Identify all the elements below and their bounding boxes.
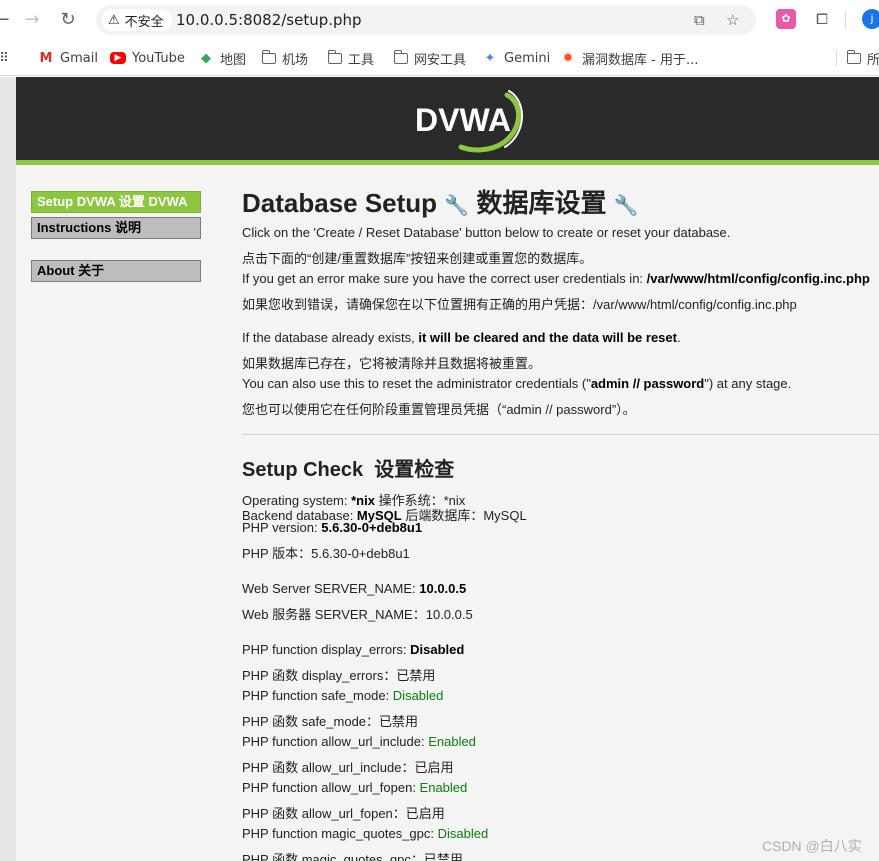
bookmark-folder-tools[interactable]: 工具: [327, 49, 374, 68]
toolbar-divider: [845, 11, 846, 29]
sidebar-item-about[interactable]: About 关于: [31, 260, 201, 282]
bookmarks-bar: ⠿ M Gmail ▶ YouTube ◆ 地图 机场 工具 网安工具 ✦ Ge…: [0, 40, 879, 76]
folder-icon: [261, 49, 276, 64]
allow-url-fopen-status: PHP function allow_url_fopen: Enabled: [242, 780, 468, 795]
magic-quotes-status-cn: PHP 函数 magic_quotes_gpc：已禁用: [242, 852, 463, 861]
vuln-db-icon: ✹: [562, 50, 574, 66]
config-path-text-cn: 如果您收到错误，请确保您在以下位置拥有正确的用户凭据：/var/www/html…: [242, 297, 797, 312]
translate-icon[interactable]: ⧉: [694, 9, 705, 31]
csdn-watermark: CSDN @白八实: [762, 838, 862, 854]
safe-mode-status: PHP function safe_mode: Disabled: [242, 688, 444, 703]
page-gutter: [0, 77, 16, 861]
server-name-info: Web Server SERVER_NAME: 10.0.0.5: [242, 581, 467, 596]
security-chip[interactable]: ⚠ 不安全: [102, 9, 172, 31]
setup-check-title: Setup Check 设置检查: [242, 459, 455, 481]
bookmarks-divider: [836, 50, 837, 66]
instruction-text-cn: 点击下面的“创建/重置数据库”按钮来创建或重置您的数据库。: [242, 251, 593, 266]
bookmark-maps[interactable]: ◆ 地图: [198, 49, 246, 68]
profile-avatar[interactable]: j: [862, 9, 879, 29]
bookmark-gemini[interactable]: ✦ Gemini: [482, 49, 551, 67]
section-divider: [242, 434, 879, 435]
extension-icon[interactable]: ✿: [776, 9, 796, 29]
page-title: Database Setup 🔧 数据库设置 🔧: [242, 188, 639, 218]
admin-reset-text: You can also use this to reset the admin…: [242, 376, 792, 391]
magic-quotes-status: PHP function magic_quotes_gpc: Disabled: [242, 826, 489, 841]
server-name-info-cn: Web 服务器 SERVER_NAME：10.0.0.5: [242, 607, 473, 622]
extensions-puzzle-icon[interactable]: ⧠: [812, 9, 832, 29]
bookmark-star-icon[interactable]: ☆: [726, 9, 739, 31]
folder-icon: [393, 49, 408, 64]
forward-icon[interactable]: →: [20, 8, 44, 32]
gmail-icon: M: [39, 50, 53, 66]
address-bar[interactable]: ⚠ 不安全 10.0.0.5:8082/setup.php ⧉ ☆: [96, 5, 756, 35]
instruction-text: Click on the 'Create / Reset Database' b…: [242, 225, 731, 240]
apps-icon[interactable]: ⠿: [0, 49, 12, 67]
allow-url-include-status: PHP function allow_url_include: Enabled: [242, 734, 476, 749]
bookmark-folder-airport[interactable]: 机场: [261, 49, 308, 68]
safe-mode-status-cn: PHP 函数 safe_mode：已禁用: [242, 714, 419, 729]
sidebar-item-setup[interactable]: Setup DVWA 设置 DVWA: [31, 191, 201, 213]
bookmark-folder-all[interactable]: 所: [846, 49, 879, 68]
display-errors-status-cn: PHP 函数 display_errors：已禁用: [242, 668, 436, 683]
url-text[interactable]: 10.0.0.5:8082/setup.php: [176, 11, 362, 29]
sidebar-item-instructions[interactable]: Instructions 说明: [31, 217, 201, 239]
folder-icon: [327, 49, 342, 64]
folder-icon: [846, 49, 861, 64]
sidebar-item-label: About 关于: [37, 263, 105, 278]
sidebar-item-label: Instructions 说明: [37, 220, 142, 235]
wrench-icon: 🔧: [444, 195, 470, 217]
sidebar-item-label: Setup DVWA 设置 DVWA: [37, 194, 188, 209]
php-version-info-cn: PHP 版本：5.6.30-0+deb8u1: [242, 546, 410, 561]
reset-warning-text: If the database already exists, it will …: [242, 330, 681, 345]
gemini-icon: ✦: [484, 50, 496, 66]
allow-url-fopen-status-cn: PHP 函数 allow_url_fopen：已启用: [242, 806, 445, 821]
allow-url-include-status-cn: PHP 函数 allow_url_include：已启用: [242, 760, 454, 775]
dvwa-page: DVWA Setup DVWA 设置 DVWA Instructions 说明 …: [16, 77, 879, 861]
admin-reset-text-cn: 您也可以使用它在任何阶段重置管理员凭据（“admin // password”）…: [242, 402, 636, 417]
main-content: Database Setup 🔧 数据库设置 🔧 Click on the 'C…: [242, 77, 879, 861]
back-icon[interactable]: ←: [0, 8, 14, 32]
wrench-icon: 🔧: [613, 195, 639, 217]
youtube-icon: ▶: [110, 52, 126, 64]
config-path-text: If you get an error make sure you have t…: [242, 271, 870, 286]
bookmark-youtube[interactable]: ▶ YouTube: [110, 49, 185, 67]
warning-icon: ⚠: [108, 12, 120, 28]
display-errors-status: PHP function display_errors: Disabled: [242, 642, 465, 657]
maps-icon: ◆: [201, 50, 211, 66]
bookmark-vuln-db[interactable]: ✹ 漏洞数据库 - 用于...: [560, 49, 699, 68]
bookmark-folder-security-tools[interactable]: 网安工具: [393, 49, 466, 68]
php-version-info: PHP version: 5.6.30-0+deb8u1: [242, 520, 423, 535]
browser-toolbar: ← → ↻ ⚠ 不安全 10.0.0.5:8082/setup.php ⧉ ☆ …: [0, 0, 879, 40]
reset-warning-text-cn: 如果数据库已存在，它将被清除并且数据将被重置。: [242, 356, 542, 371]
reload-icon[interactable]: ↻: [56, 8, 80, 32]
bookmark-gmail[interactable]: M Gmail: [38, 49, 98, 67]
security-label: 不安全: [124, 14, 164, 30]
